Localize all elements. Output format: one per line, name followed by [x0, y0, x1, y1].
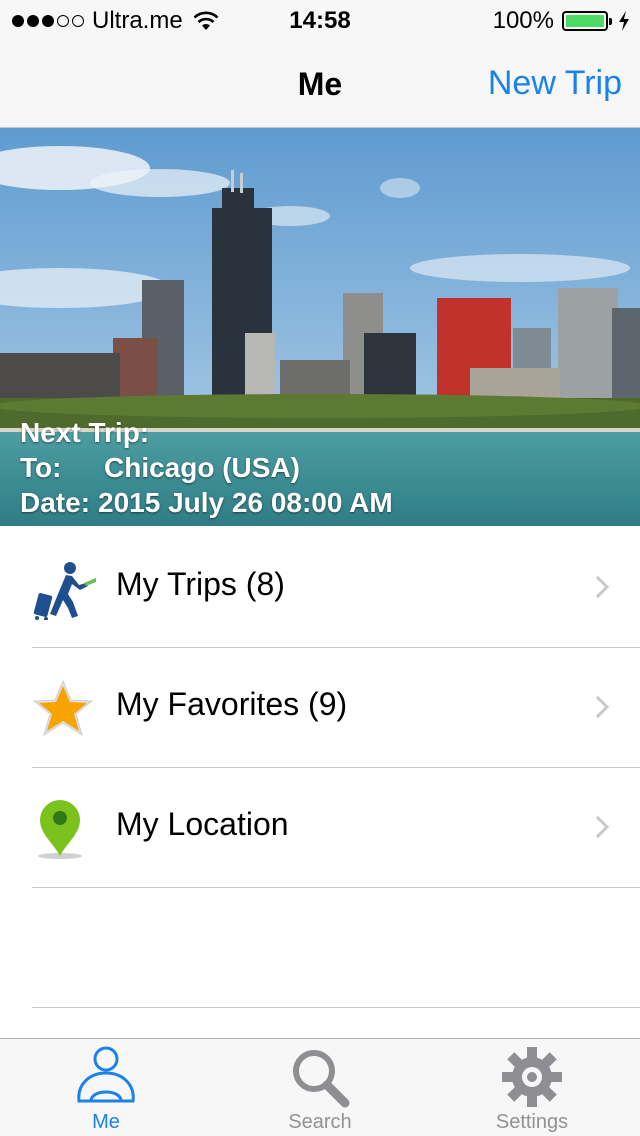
tab-me[interactable]: Me	[6, 1039, 206, 1136]
search-icon	[293, 1050, 350, 1108]
tab-bar: Me Search Settings	[0, 1038, 640, 1136]
divider	[32, 1007, 640, 1008]
destination-value: Chicago (USA)	[104, 452, 300, 483]
me-menu-list: My Trips (8) My Favorites (9) My Locatio…	[0, 528, 640, 1008]
list-item-my-location[interactable]: My Location	[0, 768, 640, 888]
destination-label: To:	[20, 452, 62, 483]
list-item-label: My Location	[116, 806, 289, 842]
gear-icon	[502, 1047, 562, 1107]
tab-label: Search	[288, 1111, 352, 1133]
list-item-label: My Trips (8)	[116, 566, 285, 602]
trip-date-row: Date: 2015 July 26 08:00 AM	[20, 485, 393, 520]
divider	[32, 887, 640, 888]
tab-label: Settings	[495, 1111, 569, 1133]
date-value: 2015 July 26 08:00 AM	[98, 487, 393, 518]
tab-search[interactable]: Search	[220, 1039, 420, 1136]
trip-destination-row: To: Chicago (USA)	[20, 450, 393, 485]
list-item-my-favorites[interactable]: My Favorites (9)	[0, 648, 640, 768]
list-item-my-trips[interactable]: My Trips (8)	[0, 528, 640, 648]
tab-settings[interactable]: Settings	[432, 1039, 632, 1136]
tab-label: Me	[92, 1111, 120, 1133]
map-pin-icon	[38, 800, 82, 859]
chevron-right-icon	[595, 575, 610, 599]
charging-icon	[619, 11, 629, 31]
chevron-right-icon	[595, 695, 610, 719]
chevron-right-icon	[595, 815, 610, 839]
date-label: Date:	[20, 487, 91, 518]
battery-icon	[562, 11, 612, 31]
battery-percent: 100%	[492, 7, 554, 34]
status-right: 100%	[493, 7, 630, 35]
next-trip-info: Next Trip: To: Chicago (USA) Date: 2015 …	[20, 415, 393, 520]
next-trip-banner[interactable]: Next Trip: To: Chicago (USA) Date: 2015 …	[0, 128, 640, 526]
navigation-bar: Me New Trip	[0, 40, 640, 128]
next-trip-heading: Next Trip:	[20, 417, 150, 448]
new-trip-button[interactable]: New Trip	[488, 64, 622, 103]
status-bar: Ultra.me 14:58 100%	[0, 0, 640, 40]
list-item-label: My Favorites (9)	[116, 686, 348, 722]
traveler-icon	[33, 562, 96, 620]
person-icon	[77, 1046, 135, 1103]
star-icon	[32, 679, 94, 737]
